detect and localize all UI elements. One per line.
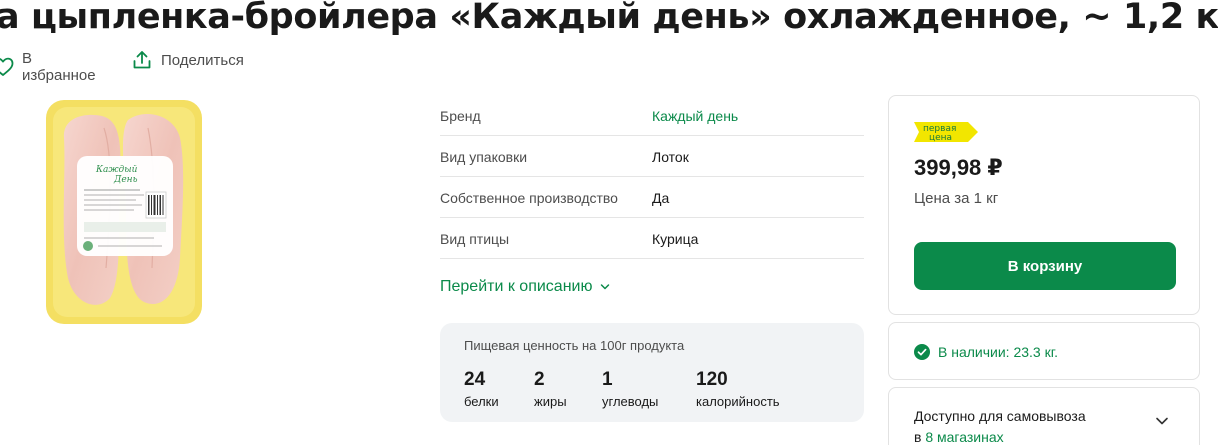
nutrition-fat: 2 жиры [534,369,567,409]
share-label: Поделиться [161,51,244,69]
nutrition-label: углеводы [602,394,659,409]
chevron-down-icon [1156,417,1168,425]
nutrition-title: Пищевая ценность на 100г продукта [464,338,685,353]
nutrition-value: 1 [602,369,613,390]
nutrition-value: 2 [534,369,545,390]
stores-link[interactable]: 8 магазинах [925,429,1003,445]
pickup-stores: в 8 магазинах [914,429,1004,445]
check-circle-icon [914,344,930,360]
pickup-title: Доступно для самовывоза [914,408,1086,424]
chicken-fillet-tray-image: Каждый День [46,100,202,324]
nutrition-carbs: 1 углеводы [602,369,658,409]
brand-link[interactable]: Каждый день [652,108,738,124]
property-value: Лоток [652,149,689,165]
property-value: Курица [652,231,699,247]
nutrition-label: жиры [534,394,567,409]
go-to-description-link[interactable]: Перейти к описанию [440,278,610,296]
nutrition-value: 24 [464,369,486,390]
nutrition-label: белки [464,394,499,409]
package-brand-line2: День [113,175,138,185]
badge-line2: цена [929,133,952,143]
stock-card: В наличии: 23.3 кг. [888,322,1200,380]
heart-icon [0,57,14,76]
chevron-down-icon [601,284,610,290]
stock-status: В наличии: 23.3 кг. [914,344,1058,360]
first-price-badge-icon: первая цена [914,122,978,143]
product-title: а цыпленка-бройлера «Каждый день» охлажд… [0,0,1218,37]
share-button[interactable]: Поделиться [132,50,244,70]
property-key: Вид упаковки [440,149,528,165]
share-icon [133,51,151,69]
property-row-package: Вид упаковки Лоток [440,136,864,177]
package-brand-line1: Каждый [95,165,138,175]
pickup-availability[interactable]: Доступно для самовывоза в 8 магазинах [888,387,1200,445]
property-row-brand: Бренд Каждый день [440,95,864,136]
add-to-cart-button[interactable]: В корзину [914,242,1176,290]
product-image[interactable]: Каждый День [44,98,204,326]
price-unit: Цена за 1 кг [914,190,999,207]
nutrition-protein: 24 белки [464,369,499,409]
product-properties: Бренд Каждый день Вид упаковки Лоток Соб… [440,95,864,259]
nutrition-calories: 120 калорийность [696,369,780,409]
property-key: Бренд [440,108,481,124]
purchase-card: первая цена 399,98 ₽ Цена за 1 кг В корз… [888,95,1200,315]
property-row-own-production: Собственное производство Да [440,177,864,218]
nutrition-value: 120 [696,369,728,390]
product-price: 399,98 ₽ [914,155,1003,180]
nutrition-label: калорийность [696,394,780,409]
property-key: Собственное производство [440,190,618,206]
favorite-label: В избранное [22,50,96,84]
stock-text: В наличии: 23.3 кг. [938,344,1058,360]
nutrition-panel: Пищевая ценность на 100г продукта 24 бел… [440,323,864,422]
favorite-button[interactable]: В избранное [0,50,96,84]
go-to-description-label: Перейти к описанию [440,278,593,295]
property-value: Да [652,190,670,206]
property-key: Вид птицы [440,231,510,247]
property-row-bird-type: Вид птицы Курица [440,218,864,259]
pickup-prefix: в [914,429,922,445]
